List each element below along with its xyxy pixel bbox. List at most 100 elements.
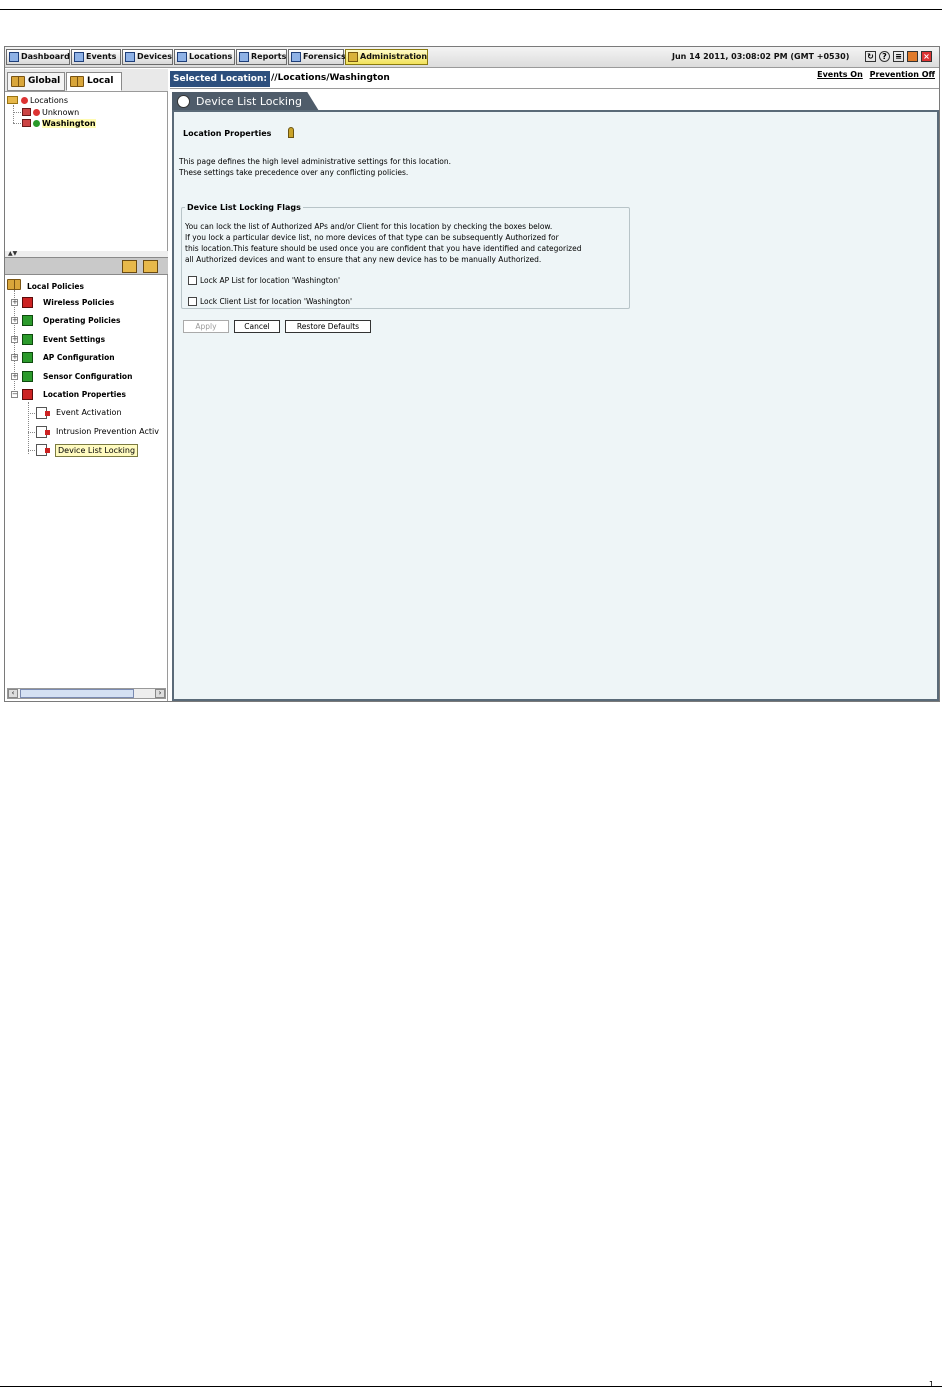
expand-icon[interactable]: + [11,317,18,324]
nav-dashboard-button[interactable]: Dashboard [6,49,70,65]
tree-item-sensor-configuration[interactable]: Sensor Configuration [43,372,132,382]
tree-item-operating-policies[interactable]: Operating Policies [43,316,120,326]
policy-root[interactable]: Local Policies [7,278,84,292]
datetime-display: Jun 14 2011, 03:08:02 PM (GMT +0530) [672,52,850,61]
prevention-off-link[interactable]: Prevention Off [870,70,935,79]
info-icon [288,127,294,138]
content-panel: Location Properties This page defines th… [172,110,939,701]
device-list-locking-flags: Device List Locking Flags You can lock t… [181,203,630,309]
status-links: Events On Prevention Off [813,70,935,79]
tree-node-locations[interactable]: Locations [7,95,68,106]
nav-forensics-button[interactable]: Forensics [288,49,346,65]
scroll-left-icon[interactable]: ‹ [8,689,18,698]
document-icon [36,407,50,419]
policy-red-icon [22,297,33,308]
events-icon [74,52,84,62]
events-on-link[interactable]: Events On [817,70,863,79]
policy-tree: Local Policies + Wireless Policies + Ope… [5,276,168,686]
flags-legend: Device List Locking Flags [187,203,301,212]
status-green-icon [33,120,40,127]
status-red-icon [21,97,28,104]
refresh-icon[interactable]: ↻ [865,51,876,62]
tree-item-location-properties[interactable]: Location Properties [43,390,126,400]
tree-node-unknown[interactable]: Unknown [22,107,79,118]
status-red-icon [33,109,40,116]
document-icon [36,426,50,438]
policy-green-icon [22,334,33,345]
tree-item-wireless-policies[interactable]: Wireless Policies [43,298,114,308]
document-icon [36,444,50,456]
horizontal-scrollbar[interactable]: ‹ › [7,688,166,699]
expand-all-icon[interactable] [122,260,137,273]
flags-text-line: all Authorized devices and want to ensur… [185,255,542,264]
shield-icon[interactable] [907,51,918,62]
cancel-button[interactable]: Cancel [234,320,280,333]
selected-location-path: //Locations/Washington [271,73,390,83]
folder-icon [7,96,18,104]
scroll-thumb[interactable] [20,689,134,698]
house-icon [22,119,31,127]
tree-item-intrusion-prevention[interactable]: Intrusion Prevention Activ [56,427,159,437]
nav-administration-button[interactable]: Administration [345,49,428,65]
tree-connector [13,123,21,124]
flags-text-line: You can lock the list of Authorized APs … [185,222,553,231]
page-top-rule [0,9,942,10]
book-icon [11,76,25,87]
top-toolbar: Dashboard Events Devices Locations Repor… [5,47,939,68]
book-icon [70,76,84,87]
list-icon[interactable]: ≡ [893,51,904,62]
expand-icon[interactable]: + [11,373,18,380]
scope-tabs: Global Local [5,69,168,92]
reports-icon [239,52,249,62]
description-line: These settings take precedence over any … [179,168,409,177]
help-icon[interactable]: ? [879,51,890,62]
nav-events-button[interactable]: Events [71,49,121,65]
lock-client-list-checkbox[interactable] [188,297,197,306]
location-tree: Locations Unknown Washington [5,93,168,253]
tab-device-list-locking[interactable]: Device List Locking [172,92,319,111]
policy-toolbar [5,257,168,275]
tree-item-ap-configuration[interactable]: AP Configuration [43,353,115,363]
page-title: Location Properties [183,129,272,138]
expand-icon[interactable]: + [11,354,18,361]
globe-icon [177,95,190,108]
scroll-right-icon[interactable]: › [155,689,165,698]
tab-global[interactable]: Global [7,72,65,91]
left-panel: Global Local Locations Unknown Washingto… [5,69,168,701]
tree-item-event-settings[interactable]: Event Settings [43,335,105,345]
tree-connector [28,450,35,451]
apply-button[interactable]: Apply [183,320,229,333]
expand-icon[interactable]: + [11,336,18,343]
policy-red-icon [22,389,33,400]
tree-item-event-activation[interactable]: Event Activation [56,408,122,418]
flags-text-line: this location.This feature should be use… [185,244,582,253]
collapse-all-icon[interactable] [143,260,158,273]
forensics-icon [291,52,301,62]
lock-ap-list-option[interactable]: Lock AP List for location 'Washington' [188,276,340,286]
locations-icon [177,52,187,62]
policy-green-icon [22,352,33,363]
lock-ap-list-checkbox[interactable] [188,276,197,285]
page-tab-strip: Device List Locking [170,90,939,111]
restore-defaults-button[interactable]: Restore Defaults [285,320,371,333]
nav-reports-button[interactable]: Reports [236,49,287,65]
nav-devices-button[interactable]: Devices [122,49,173,65]
selected-location-bar: Selected Location: //Locations/Washingto… [170,69,939,89]
collapse-icon[interactable]: − [11,391,18,398]
exit-icon[interactable]: × [921,51,932,62]
policy-green-icon [22,315,33,326]
tree-connector [28,413,35,414]
expand-icon[interactable]: + [11,299,18,306]
devices-icon [125,52,135,62]
tree-item-device-list-locking[interactable]: Device List Locking [55,444,139,457]
house-icon [22,108,31,116]
selected-location-label: Selected Location: [170,71,270,87]
lock-client-list-option[interactable]: Lock Client List for location 'Washingto… [188,297,352,307]
nav-locations-button[interactable]: Locations [174,49,235,65]
tree-node-washington[interactable]: Washington [22,118,96,129]
tree-connector [13,105,14,123]
book-icon [7,279,21,290]
description-line: This page defines the high level adminis… [179,157,452,166]
page-bottom-rule [0,1386,942,1387]
tab-local[interactable]: Local [66,72,122,91]
